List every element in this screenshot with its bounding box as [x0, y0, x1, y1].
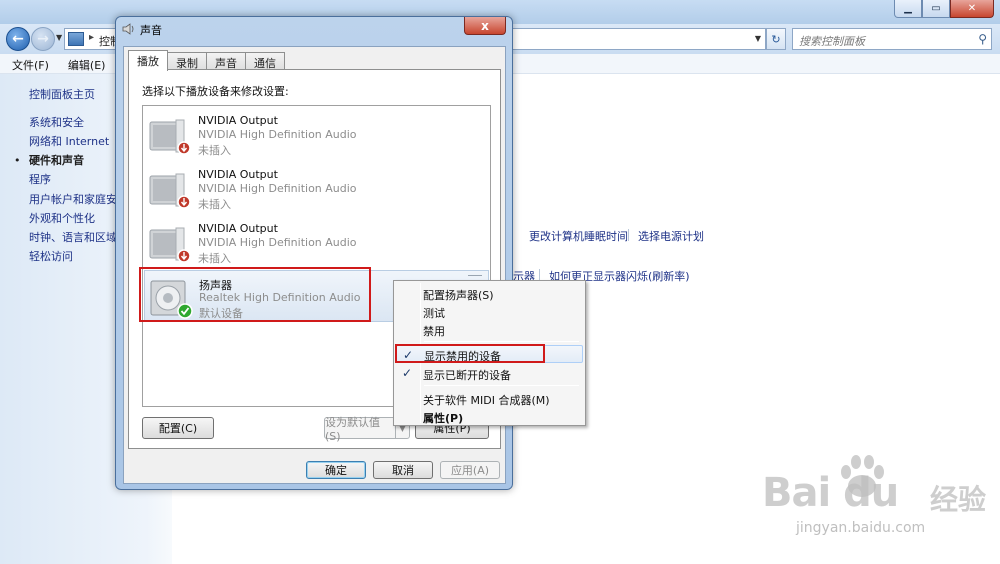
menu-item-disable[interactable]: 禁用	[396, 320, 583, 338]
device-status: 未插入	[198, 144, 231, 157]
menu-item-test[interactable]: 测试	[396, 302, 583, 320]
minimize-icon: ▁	[904, 3, 912, 14]
speaker-device-icon	[149, 119, 191, 155]
menu-file[interactable]: 文件(F)	[0, 54, 56, 73]
menu-item-label: 显示已断开的设备	[423, 369, 511, 382]
watermark-logo: Bai du	[762, 470, 899, 516]
speaker-device-icon	[149, 227, 191, 263]
instruction-text: 选择以下播放设备来修改设置:	[142, 85, 289, 98]
device-driver: NVIDIA High Definition Audio	[198, 236, 357, 249]
control-panel-icon	[68, 32, 84, 46]
forward-button[interactable]: →	[31, 27, 55, 51]
search-input[interactable]: 搜索控制面板 ⚲	[792, 28, 992, 50]
dialog-tabs: 播放 录制 声音 通信	[128, 50, 285, 71]
watermark-jingyan: 经验	[930, 483, 987, 516]
ok-button[interactable]: 确定	[306, 461, 366, 479]
menu-item-label: 配置扬声器(S)	[423, 289, 494, 302]
apply-button[interactable]: 应用(A)	[440, 461, 500, 479]
change-sleep-link[interactable]: 更改计算机睡眠时间	[529, 228, 628, 244]
menu-edit[interactable]: 编辑(E)	[56, 54, 113, 73]
menu-item-configure-speakers[interactable]: 配置扬声器(S)	[396, 284, 583, 302]
back-button[interactable]: ←	[6, 27, 30, 51]
sidebar-home-link[interactable]: 控制面板主页	[29, 86, 95, 102]
highlight-speaker-box	[139, 267, 371, 322]
power-plan-link[interactable]: 选择电源计划	[638, 228, 704, 244]
maximize-icon: ▭	[931, 3, 941, 14]
device-name: NVIDIA Output	[198, 168, 278, 181]
sidebar-item-ease-of-access[interactable]: 轻松访问	[29, 248, 73, 264]
link-separator	[628, 229, 629, 241]
maximize-button[interactable]: ▭	[922, 0, 950, 18]
refresh-icon: ↻	[771, 32, 781, 46]
watermark-url: jingyan.baidu.com	[796, 520, 926, 536]
set-default-button[interactable]: 设为默认值(S)	[324, 416, 396, 443]
window-close-button[interactable]: ✕	[950, 0, 994, 18]
list-item[interactable]: NVIDIA Output NVIDIA High Definition Aud…	[144, 108, 489, 160]
arrow-right-icon: →	[37, 31, 49, 47]
dialog-close-button[interactable]: x	[464, 17, 506, 35]
device-status: 未插入	[198, 198, 231, 211]
close-icon: x	[481, 18, 489, 33]
list-item[interactable]: NVIDIA Output NVIDIA High Definition Aud…	[144, 162, 489, 214]
menu-item-label: 测试	[423, 307, 445, 320]
menu-separator	[424, 385, 579, 386]
menu-item-label: 关于软件 MIDI 合成器(M)	[423, 394, 550, 407]
window-caption-buttons: ▁ ▭ ✕	[894, 0, 994, 18]
sidebar-item-clock-region[interactable]: 时钟、语言和区域	[29, 229, 117, 245]
checkmark-icon: ✓	[402, 366, 413, 380]
minimize-button[interactable]: ▁	[894, 0, 922, 18]
list-item[interactable]: NVIDIA Output NVIDIA High Definition Aud…	[144, 216, 489, 268]
device-name: NVIDIA Output	[198, 222, 278, 235]
dialog-title: 声音	[140, 24, 162, 37]
menu-item-properties[interactable]: 属性(P)	[396, 407, 583, 425]
device-name: NVIDIA Output	[198, 114, 278, 127]
speaker-icon	[122, 23, 134, 35]
speaker-device-icon	[149, 173, 191, 209]
sidebar-item-user-accounts[interactable]: 用户帐户和家庭安全	[29, 191, 128, 207]
sidebar-item-network[interactable]: 网络和 Internet	[29, 133, 109, 149]
baidu-watermark: Bai du 经验 jingyan.baidu.com	[762, 452, 992, 542]
current-category-bullet: •	[14, 154, 21, 167]
menu-item-label: 禁用	[423, 325, 445, 338]
configure-button[interactable]: 配置(C)	[142, 417, 214, 439]
breadcrumb-chevron-icon[interactable]: ▸	[89, 32, 94, 43]
menu-item-show-disconnected[interactable]: ✓ 显示已断开的设备	[396, 364, 583, 382]
menu-item-about-midi[interactable]: 关于软件 MIDI 合成器(M)	[396, 389, 583, 407]
sidebar-item-appearance[interactable]: 外观和个性化	[29, 210, 95, 226]
sidebar-item-system-security[interactable]: 系统和安全	[29, 114, 84, 130]
sidebar-item-hardware-sound[interactable]: 硬件和声音	[29, 152, 84, 168]
recent-pages-dropdown[interactable]: ▼	[56, 33, 62, 42]
cancel-button[interactable]: 取消	[373, 461, 433, 479]
menu-item-label: 属性(P)	[423, 412, 464, 425]
address-dropdown-icon[interactable]: ▼	[755, 34, 761, 43]
device-status: 未插入	[198, 252, 231, 265]
menu-separator	[424, 341, 579, 342]
device-driver: NVIDIA High Definition Audio	[198, 182, 357, 195]
tab-communications[interactable]: 通信	[245, 52, 285, 70]
tab-recording[interactable]: 录制	[167, 52, 207, 70]
search-placeholder: 搜索控制面板	[799, 35, 865, 48]
tab-sounds[interactable]: 声音	[206, 52, 246, 70]
search-icon[interactable]: ⚲	[978, 32, 987, 46]
refresh-button[interactable]: ↻	[766, 28, 786, 50]
device-driver: NVIDIA High Definition Audio	[198, 128, 357, 141]
tab-playback[interactable]: 播放	[128, 50, 168, 71]
sidebar-item-programs[interactable]: 程序	[29, 171, 51, 187]
highlight-show-disabled-box	[395, 344, 545, 363]
arrow-left-icon: ←	[12, 31, 24, 47]
close-icon: ✕	[967, 3, 977, 14]
